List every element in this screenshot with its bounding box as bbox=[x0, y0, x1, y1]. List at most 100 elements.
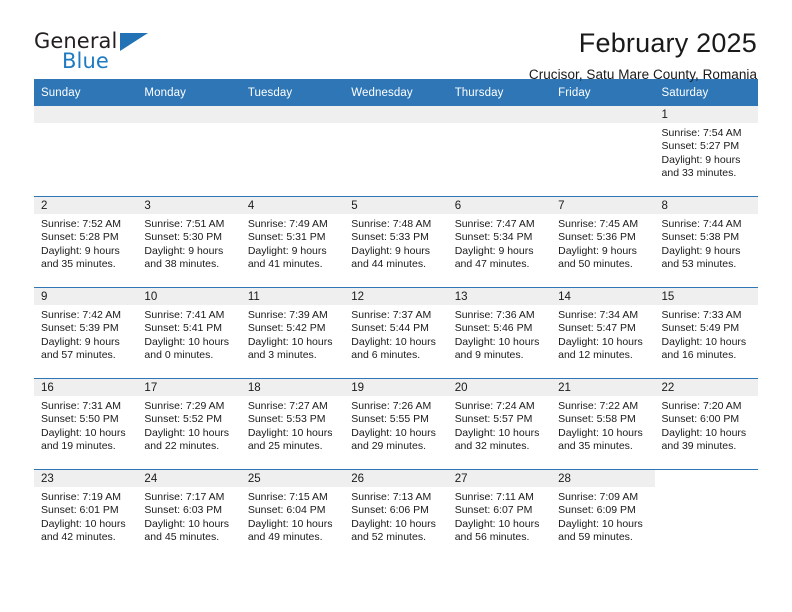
day-details: Sunrise: 7:20 AM Sunset: 6:00 PM Daylight:… bbox=[655, 396, 758, 454]
day-number: 1 bbox=[654, 106, 758, 123]
calendar-page: General Blue February 2025 Crucisor, Sat… bbox=[0, 0, 792, 612]
day-cell-inner: 22 Sunrise: 7:20 AM Sunset: 6:00 PM Dayligh… bbox=[654, 379, 758, 469]
day-detail-sunrise: Sunrise: 7:09 AM bbox=[558, 491, 639, 503]
day-number: 21 bbox=[551, 379, 655, 396]
calendar-day-cell[interactable]: 15 Sunrise: 7:33 AM Sunset: 5:49 PM Dayligh… bbox=[654, 287, 758, 379]
day-detail-daylight-line1: Daylight: 10 hours bbox=[558, 335, 643, 348]
calendar-day-cell[interactable]: 23 Sunrise: 7:19 AM Sunset: 6:01 PM Dayligh… bbox=[34, 469, 138, 560]
day-detail-sunset: Sunset: 5:38 PM bbox=[661, 231, 740, 244]
calendar-day-cell[interactable]: 20 Sunrise: 7:24 AM Sunset: 5:57 PM Dayligh… bbox=[447, 378, 552, 470]
day-details: Sunrise: 7:45 AM Sunset: 5:36 PM Daylight:… bbox=[551, 214, 654, 272]
day-details: Sunrise: 7:54 AM Sunset: 5:27 PM Daylight:… bbox=[655, 123, 758, 181]
day-detail-sunrise: Sunrise: 7:49 AM bbox=[247, 218, 328, 230]
day-detail-daylight-line2: and 3 minutes. bbox=[247, 349, 317, 362]
calendar-day-cell[interactable]: 3 Sunrise: 7:51 AM Sunset: 5:30 PM Daylight… bbox=[137, 196, 241, 288]
day-detail-sunrise: Sunrise: 7:45 AM bbox=[558, 218, 639, 230]
day-detail-sunset: Sunset: 5:33 PM bbox=[351, 231, 429, 244]
title-block: February 2025 Crucisor, Satu Mare County… bbox=[149, 28, 758, 84]
day-detail-sunset: Sunset: 6:01 PM bbox=[41, 504, 119, 517]
calendar-day-cell[interactable]: 1 Sunrise: 7:54 AM Sunset: 5:27 PM Daylight… bbox=[654, 106, 758, 197]
day-detail-sunset: Sunset: 5:39 PM bbox=[41, 322, 119, 335]
day-details: Sunrise: 7:24 AM Sunset: 5:57 PM Daylight:… bbox=[448, 396, 551, 454]
day-detail-daylight-line1: Daylight: 9 hours bbox=[661, 153, 741, 166]
calendar-day-cell[interactable]: 7 Sunrise: 7:45 AM Sunset: 5:36 PM Daylight… bbox=[551, 196, 655, 288]
day-number bbox=[34, 106, 138, 123]
day-detail-daylight-line2: and 29 minutes. bbox=[351, 440, 426, 453]
day-detail-daylight-line2: and 59 minutes. bbox=[558, 531, 633, 544]
day-number: 12 bbox=[344, 288, 448, 305]
day-number: 11 bbox=[240, 288, 345, 305]
calendar-day-cell[interactable]: 10 Sunrise: 7:41 AM Sunset: 5:41 PM Dayligh… bbox=[137, 287, 241, 379]
calendar-day-cell[interactable]: 19 Sunrise: 7:26 AM Sunset: 5:55 PM Dayligh… bbox=[344, 378, 448, 470]
day-detail-daylight-line2: and 32 minutes. bbox=[454, 440, 530, 453]
day-details: Sunrise: 7:48 AM Sunset: 5:33 PM Daylight:… bbox=[344, 214, 447, 272]
day-detail-daylight-line1: Daylight: 10 hours bbox=[351, 517, 436, 530]
calendar-day-cell[interactable]: 13 Sunrise: 7:36 AM Sunset: 5:46 PM Dayligh… bbox=[447, 287, 552, 379]
day-cell-inner: 10 Sunrise: 7:41 AM Sunset: 5:41 PM Dayligh… bbox=[137, 288, 241, 378]
day-detail-sunrise: Sunrise: 7:41 AM bbox=[144, 309, 225, 321]
day-detail-daylight-line1: Daylight: 10 hours bbox=[247, 335, 333, 348]
day-cell-inner: 17 Sunrise: 7:29 AM Sunset: 5:52 PM Dayligh… bbox=[137, 379, 241, 469]
calendar-day-cell[interactable]: 8 Sunrise: 7:44 AM Sunset: 5:38 PM Daylight… bbox=[654, 196, 758, 288]
day-detail-daylight-line2: and 6 minutes. bbox=[351, 349, 421, 362]
day-detail-daylight-line2: and 16 minutes. bbox=[661, 349, 737, 362]
calendar-day-cell[interactable]: 26 Sunrise: 7:13 AM Sunset: 6:06 PM Dayligh… bbox=[344, 469, 448, 560]
calendar-day-cell[interactable]: 14 Sunrise: 7:34 AM Sunset: 5:47 PM Dayligh… bbox=[551, 287, 655, 379]
day-detail-daylight-line2: and 56 minutes. bbox=[454, 531, 530, 544]
calendar-day-cell[interactable]: 11 Sunrise: 7:39 AM Sunset: 5:42 PM Dayligh… bbox=[240, 287, 345, 379]
calendar-day-cell[interactable]: 4 Sunrise: 7:49 AM Sunset: 5:31 PM Daylight… bbox=[240, 196, 345, 288]
day-detail-daylight-line2: and 38 minutes. bbox=[144, 258, 220, 271]
calendar-day-cell[interactable]: 18 Sunrise: 7:27 AM Sunset: 5:53 PM Dayligh… bbox=[240, 378, 345, 470]
day-detail-daylight-line1: Daylight: 10 hours bbox=[351, 426, 436, 439]
calendar-day-cell[interactable]: 22 Sunrise: 7:20 AM Sunset: 6:00 PM Dayligh… bbox=[654, 378, 758, 470]
day-details: Sunrise: 7:11 AM Sunset: 6:07 PM Daylight:… bbox=[448, 487, 551, 545]
day-cell-inner: 19 Sunrise: 7:26 AM Sunset: 5:55 PM Dayligh… bbox=[344, 379, 448, 469]
day-details: Sunrise: 7:52 AM Sunset: 5:28 PM Daylight:… bbox=[34, 214, 137, 272]
calendar-day-cell[interactable]: 2 Sunrise: 7:52 AM Sunset: 5:28 PM Daylight… bbox=[34, 196, 138, 288]
day-number: 26 bbox=[344, 470, 448, 487]
day-detail-daylight-line1: Daylight: 9 hours bbox=[661, 244, 741, 257]
day-number bbox=[240, 106, 345, 123]
day-cell-inner: 20 Sunrise: 7:24 AM Sunset: 5:57 PM Dayligh… bbox=[447, 379, 552, 469]
general-blue-logo[interactable]: General Blue bbox=[34, 28, 149, 76]
calendar-day-cell[interactable]: 9 Sunrise: 7:42 AM Sunset: 5:39 PM Daylight… bbox=[34, 287, 138, 379]
day-detail-sunset: Sunset: 6:04 PM bbox=[247, 504, 326, 517]
day-detail-sunrise: Sunrise: 7:20 AM bbox=[661, 400, 742, 412]
day-number: 8 bbox=[654, 197, 758, 214]
day-number: 9 bbox=[34, 288, 138, 305]
calendar-day-cell[interactable]: 12 Sunrise: 7:37 AM Sunset: 5:44 PM Dayligh… bbox=[344, 287, 448, 379]
calendar-week-row: 2 Sunrise: 7:52 AM Sunset: 5:28 PM Daylight… bbox=[34, 196, 758, 288]
calendar-cell-empty bbox=[240, 106, 345, 197]
day-detail-sunset: Sunset: 6:07 PM bbox=[454, 504, 533, 517]
day-detail-sunrise: Sunrise: 7:39 AM bbox=[247, 309, 328, 321]
calendar-body: 1 Sunrise: 7:54 AM Sunset: 5:27 PM Daylight… bbox=[34, 106, 758, 560]
calendar-week-row: 9 Sunrise: 7:42 AM Sunset: 5:39 PM Daylight… bbox=[34, 287, 758, 379]
calendar-day-cell[interactable]: 16 Sunrise: 7:31 AM Sunset: 5:50 PM Dayligh… bbox=[34, 378, 138, 470]
calendar-day-cell[interactable]: 25 Sunrise: 7:15 AM Sunset: 6:04 PM Dayligh… bbox=[240, 469, 345, 560]
calendar-day-cell[interactable]: 6 Sunrise: 7:47 AM Sunset: 5:34 PM Daylight… bbox=[447, 196, 552, 288]
day-detail-daylight-line1: Daylight: 9 hours bbox=[144, 244, 224, 257]
day-cell-inner: 12 Sunrise: 7:37 AM Sunset: 5:44 PM Dayligh… bbox=[344, 288, 448, 378]
day-detail-daylight-line2: and 50 minutes. bbox=[558, 258, 633, 271]
day-detail-sunset: Sunset: 5:44 PM bbox=[351, 322, 429, 335]
sunrise-sunset-calendar: Sunday Monday Tuesday Wednesday Thursday Frid… bbox=[34, 79, 758, 560]
calendar-day-cell[interactable]: 21 Sunrise: 7:22 AM Sunset: 5:58 PM Dayligh… bbox=[551, 378, 655, 470]
day-number: 16 bbox=[34, 379, 138, 396]
calendar-cell-empty bbox=[137, 106, 241, 197]
day-detail-daylight-line2: and 25 minutes. bbox=[247, 440, 323, 453]
day-detail-sunset: Sunset: 6:03 PM bbox=[144, 504, 223, 517]
calendar-day-cell[interactable]: 27 Sunrise: 7:11 AM Sunset: 6:07 PM Dayligh… bbox=[447, 469, 552, 560]
day-detail-daylight-line1: Daylight: 9 hours bbox=[41, 244, 120, 257]
day-cell-inner: 11 Sunrise: 7:39 AM Sunset: 5:42 PM Dayligh… bbox=[240, 288, 345, 378]
day-detail-daylight-line1: Daylight: 10 hours bbox=[41, 426, 126, 439]
day-cell-inner: 21 Sunrise: 7:22 AM Sunset: 5:58 PM Dayligh… bbox=[551, 379, 655, 469]
calendar-day-cell[interactable]: 5 Sunrise: 7:48 AM Sunset: 5:33 PM Daylight… bbox=[344, 196, 448, 288]
day-detail-daylight-line1: Daylight: 10 hours bbox=[661, 426, 747, 439]
calendar-day-cell[interactable]: 24 Sunrise: 7:17 AM Sunset: 6:03 PM Dayligh… bbox=[137, 469, 241, 560]
calendar-day-cell[interactable]: 28 Sunrise: 7:09 AM Sunset: 6:09 PM Dayligh… bbox=[551, 469, 655, 560]
day-detail-sunrise: Sunrise: 7:42 AM bbox=[41, 309, 121, 321]
day-detail-sunset: Sunset: 5:41 PM bbox=[144, 322, 223, 335]
day-number: 5 bbox=[344, 197, 448, 214]
day-number: 6 bbox=[447, 197, 552, 214]
calendar-day-cell[interactable]: 17 Sunrise: 7:29 AM Sunset: 5:52 PM Dayligh… bbox=[137, 378, 241, 470]
